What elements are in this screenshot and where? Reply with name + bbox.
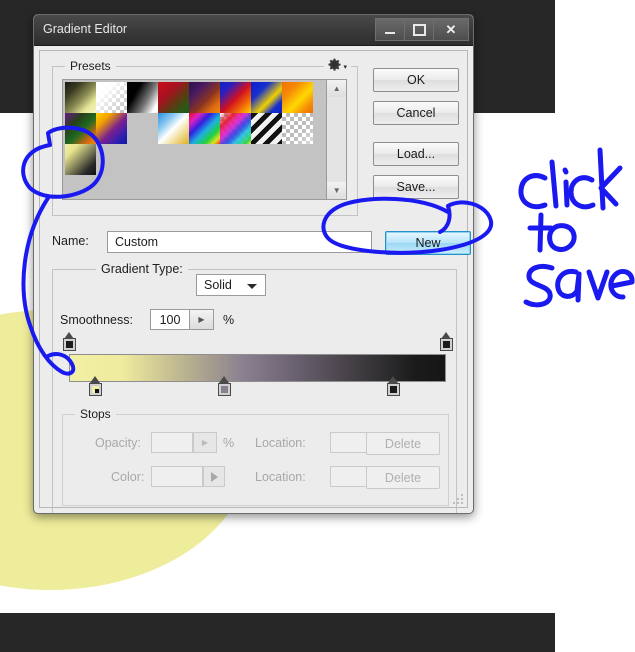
- stop-body: [387, 383, 401, 396]
- stop-pointer-icon: [90, 376, 101, 383]
- opacity-stop-end[interactable]: [440, 332, 453, 351]
- color-stop-3[interactable]: [387, 376, 401, 402]
- stop-color-chip: [220, 386, 228, 393]
- color-stop-1[interactable]: [89, 376, 103, 402]
- cancel-button[interactable]: Cancel: [373, 101, 459, 125]
- smoothness-stepper[interactable]: ▶: [190, 309, 214, 330]
- background-dark-bottom-band: [0, 613, 555, 652]
- stop-pointer-icon: [441, 332, 451, 339]
- stops-group-label: Stops: [75, 407, 116, 421]
- stop-color-chip: [390, 386, 398, 393]
- smoothness-input[interactable]: 100: [150, 309, 190, 330]
- stops-group: Stops Opacity: ▶ % Location: % Delete Co…: [62, 407, 449, 506]
- scroll-down-button[interactable]: ▼: [327, 182, 347, 199]
- color-swatch-input[interactable]: [151, 466, 203, 487]
- preset-swatch[interactable]: [65, 82, 96, 113]
- presets-swatch-list[interactable]: ▲ ▼: [62, 79, 347, 200]
- maximize-button[interactable]: [404, 18, 434, 41]
- gradient-editor-dialog: Gradient Editor ✕ Presets ▾ ▲ ▼ OK Cance…: [33, 14, 474, 514]
- preset-swatch[interactable]: [282, 113, 313, 144]
- presets-swatch-area: [63, 80, 326, 199]
- save-button[interactable]: Save...: [373, 175, 459, 199]
- stop-color-chip: [443, 341, 450, 348]
- scroll-up-button[interactable]: ▲: [327, 80, 347, 97]
- name-row: Name: Custom New: [52, 231, 471, 255]
- color-location-label: Location:: [255, 470, 306, 484]
- minimize-button[interactable]: [375, 18, 405, 41]
- opacity-stop-start[interactable]: [63, 332, 76, 351]
- smoothness-unit: %: [223, 313, 235, 327]
- dialog-body: Presets ▾ ▲ ▼ OK Cancel Load... Save... …: [39, 50, 471, 513]
- ok-button[interactable]: OK: [373, 68, 459, 92]
- preset-swatch[interactable]: [251, 82, 282, 113]
- preset-swatch[interactable]: [96, 113, 127, 144]
- opacity-location-label: Location:: [255, 436, 306, 450]
- opacity-stepper[interactable]: ▶: [193, 432, 217, 453]
- resize-grip[interactable]: [451, 492, 463, 504]
- dialog-titlebar[interactable]: Gradient Editor ✕: [34, 15, 473, 46]
- triangle-right-icon: ▶: [201, 438, 209, 447]
- chevron-down-icon: [247, 284, 257, 289]
- stop-body: [217, 383, 231, 396]
- preset-swatch[interactable]: [220, 82, 251, 113]
- name-label: Name:: [52, 234, 89, 248]
- presets-group-label: Presets: [65, 59, 116, 73]
- stop-color-chip: [66, 341, 73, 348]
- stop-pointer-icon: [218, 376, 229, 383]
- close-button[interactable]: ✕: [433, 18, 469, 41]
- preset-swatch[interactable]: [220, 113, 251, 144]
- preset-swatch[interactable]: [251, 113, 282, 144]
- stop-body: [63, 338, 76, 351]
- gradient-type-select[interactable]: Solid: [196, 274, 266, 296]
- preset-swatch[interactable]: [189, 113, 220, 144]
- window-controls: ✕: [375, 18, 469, 41]
- preset-swatch[interactable]: [158, 113, 189, 144]
- preset-swatch[interactable]: [282, 82, 313, 113]
- gradient-type-label: Gradient Type:: [96, 262, 188, 276]
- triangle-right-icon: [210, 471, 218, 482]
- color-picker-button[interactable]: [203, 466, 225, 487]
- opacity-label: Opacity:: [95, 436, 141, 450]
- load-button[interactable]: Load...: [373, 142, 459, 166]
- gradient-type-group: Gradient Type: Solid Smoothness: 100 ▶ %…: [52, 262, 457, 513]
- color-stop-2[interactable]: [217, 376, 231, 402]
- gear-icon: [328, 58, 341, 71]
- minimize-icon: [385, 31, 395, 34]
- smoothness-label: Smoothness:: [60, 313, 133, 327]
- stop-pointer-icon: [64, 332, 74, 339]
- opacity-unit: %: [223, 436, 235, 450]
- name-input[interactable]: Custom: [107, 231, 372, 253]
- presets-group: Presets ▾ ▲ ▼: [52, 58, 358, 216]
- dialog-title: Gradient Editor: [43, 22, 128, 36]
- stop-body: [440, 338, 453, 351]
- maximize-icon: [412, 23, 426, 36]
- color-delete-button[interactable]: Delete: [366, 466, 440, 489]
- gear-caret-icon: ▾: [343, 64, 347, 71]
- preset-swatch[interactable]: [127, 82, 158, 113]
- close-icon: ✕: [445, 22, 457, 37]
- preset-swatch[interactable]: [65, 113, 96, 144]
- triangle-down-icon: ▼: [332, 186, 341, 195]
- stop-color-chip: [92, 386, 100, 393]
- preset-swatch[interactable]: [127, 113, 158, 144]
- gradient-type-value: Solid: [204, 278, 232, 292]
- triangle-right-icon: ▶: [198, 315, 205, 324]
- preset-swatch[interactable]: [189, 82, 220, 113]
- preset-swatch[interactable]: [65, 144, 96, 175]
- preset-swatch[interactable]: [158, 82, 189, 113]
- presets-menu-button[interactable]: ▾: [324, 58, 351, 71]
- opacity-input[interactable]: [151, 432, 193, 453]
- presets-scrollbar[interactable]: ▲ ▼: [326, 80, 347, 199]
- new-button[interactable]: New: [385, 231, 471, 255]
- stop-pointer-icon: [388, 376, 399, 383]
- annotation-handwriting: [518, 147, 635, 308]
- stop-body: [89, 383, 103, 396]
- triangle-up-icon: ▲: [332, 84, 341, 93]
- opacity-delete-button[interactable]: Delete: [366, 432, 440, 455]
- color-label: Color:: [111, 470, 145, 484]
- preset-swatch[interactable]: [96, 82, 127, 113]
